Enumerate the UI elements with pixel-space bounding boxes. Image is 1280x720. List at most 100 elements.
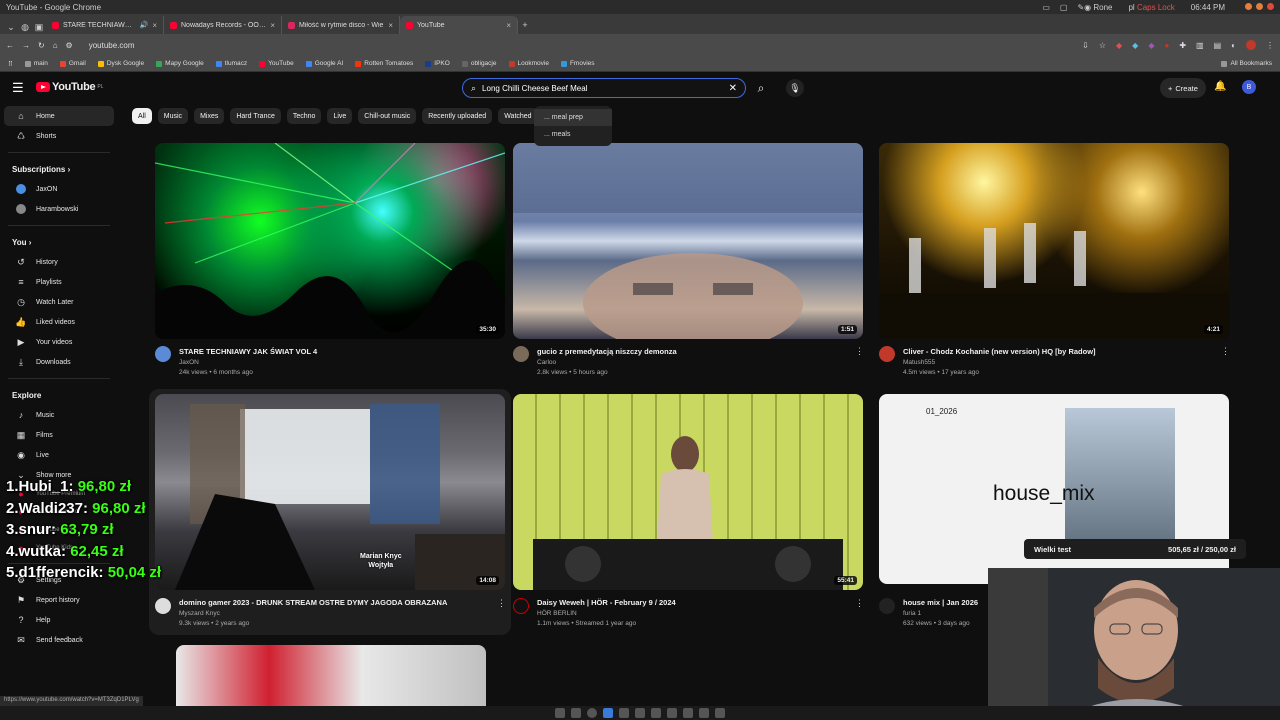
channel-name[interactable]: furia 1 bbox=[903, 610, 921, 617]
home-icon[interactable]: ⌂ bbox=[53, 41, 58, 50]
extension-icon[interactable]: ▤ bbox=[1214, 41, 1222, 50]
more-actions-kebab-icon[interactable]: ⋮ bbox=[855, 598, 864, 609]
video-thumbnail[interactable]: 4:21 bbox=[879, 143, 1229, 339]
video-thumbnail[interactable]: Marian Knyc Wojtyła 14:08 bbox=[155, 394, 505, 590]
screen-icon[interactable]: ▭ bbox=[1042, 3, 1050, 12]
new-tab-icon[interactable]: + bbox=[518, 18, 532, 32]
bookmark-item[interactable]: obligacje bbox=[461, 60, 497, 67]
tab-stare-technoawy[interactable]: STARE TECHNIAWY JAK 🔊× bbox=[46, 16, 164, 34]
sidebar-item-send-feedback[interactable]: ✉ Send feedback bbox=[4, 630, 114, 650]
suggestion-item[interactable]: ... meals bbox=[534, 126, 612, 143]
video-title[interactable]: domino gamer 2023 - DRUNK STREAM OSTRE D… bbox=[179, 598, 447, 607]
channel-name[interactable]: Carloo bbox=[537, 359, 556, 366]
you-heading[interactable]: You › bbox=[0, 232, 118, 252]
chip-hard-trance[interactable]: Hard Trance bbox=[230, 108, 281, 124]
extensions-puzzle-icon[interactable]: ✚ bbox=[1179, 41, 1186, 50]
video-title[interactable]: STARE TECHNIAWY JAK ŚWIAT VOL 4 bbox=[179, 347, 317, 356]
video-title[interactable]: gucio z premedytacją niszczy demonza bbox=[537, 347, 677, 356]
channel-name[interactable]: Matush555 bbox=[903, 359, 935, 366]
bookmark-item[interactable]: main bbox=[24, 60, 48, 67]
sidebar-item-shorts[interactable]: ♺ Shorts bbox=[4, 126, 114, 146]
profile-avatar[interactable] bbox=[1246, 40, 1256, 50]
menu-kebab-icon[interactable]: ⋮ bbox=[1266, 41, 1274, 50]
chrome-icon[interactable] bbox=[603, 708, 613, 718]
search-input[interactable]: ⌕ Long Chilli Cheese Beef Meal ✕ bbox=[462, 78, 746, 98]
close-tab-icon[interactable]: × bbox=[506, 21, 511, 30]
sidebar-item-films[interactable]: ▦ Films bbox=[4, 425, 114, 445]
bookmark-item[interactable]: IPKO bbox=[425, 60, 450, 67]
channel-avatar[interactable] bbox=[513, 346, 529, 362]
sidebar-item-harambowski[interactable]: Harambowski bbox=[4, 199, 114, 219]
channel-name[interactable]: Myszard Knyc bbox=[179, 610, 220, 617]
search-query[interactable]: Long Chilli Cheese Beef Meal bbox=[482, 84, 723, 93]
chip-live[interactable]: Live bbox=[327, 108, 353, 124]
url-field[interactable]: youtube.com bbox=[89, 41, 135, 50]
chip-recently-uploaded[interactable]: Recently uploaded bbox=[422, 108, 493, 124]
bookmark-item[interactable]: tlumacz bbox=[215, 60, 247, 67]
video-thumbnail[interactable]: 35:30 bbox=[155, 143, 505, 339]
sidebar-item-music[interactable]: ♪ Music bbox=[4, 405, 114, 425]
settings-icon[interactable] bbox=[667, 708, 677, 718]
more-actions-kebab-icon[interactable]: ⋮ bbox=[855, 346, 864, 357]
user-avatar[interactable]: B bbox=[1242, 80, 1256, 94]
subscriptions-heading[interactable]: Subscriptions › bbox=[0, 159, 118, 179]
bookmark-item[interactable]: YouTube bbox=[259, 60, 294, 67]
search-button[interactable]: ⌕ bbox=[752, 79, 770, 97]
apps-icon[interactable]: ⠿ bbox=[8, 60, 13, 68]
sidebar-item-downloads[interactable]: ⤓ Downloads bbox=[4, 352, 114, 372]
bookmark-item[interactable]: Fmovies bbox=[560, 60, 595, 67]
bookmark-item[interactable]: Gmail bbox=[59, 60, 86, 67]
sidebar-item-liked-videos[interactable]: 👍 Liked videos bbox=[4, 312, 114, 332]
bookmark-item[interactable]: Google AI bbox=[305, 60, 343, 67]
create-button[interactable]: + Create bbox=[1160, 78, 1206, 98]
video-thumbnail[interactable]: 55:41 bbox=[513, 394, 863, 590]
extension-icon[interactable]: ◐ bbox=[1231, 41, 1236, 50]
channel-name[interactable]: JaxON bbox=[179, 359, 199, 366]
pen-icon[interactable]: ✎ bbox=[1077, 3, 1084, 12]
channel-name[interactable]: HÖR BERLIN bbox=[537, 610, 577, 617]
close-window-button[interactable] bbox=[1267, 2, 1274, 10]
sidebar-item-report-history[interactable]: ⚑ Report history bbox=[4, 590, 114, 610]
folder-icon[interactable] bbox=[571, 708, 581, 718]
sidebar-item-jaxon[interactable]: JaxON bbox=[4, 179, 114, 199]
notifications-bell-icon[interactable]: 🔔 bbox=[1214, 81, 1226, 92]
video-thumbnail[interactable]: 1:51 bbox=[513, 143, 863, 339]
discord-icon[interactable] bbox=[635, 708, 645, 718]
obs-icon[interactable] bbox=[683, 708, 693, 718]
bookmark-item[interactable]: Lookmovie bbox=[508, 60, 549, 67]
reload-icon[interactable]: ↻ bbox=[38, 41, 45, 50]
sidebar-item-your-videos[interactable]: ▶ Your videos bbox=[4, 332, 114, 352]
steam-icon[interactable] bbox=[651, 708, 661, 718]
tab-milosc-w-rytmie-disco[interactable]: Miłość w rytmie disco - Wie × bbox=[282, 16, 400, 34]
bookmark-item[interactable]: Dysk Google bbox=[97, 60, 144, 67]
back-icon[interactable]: ← bbox=[6, 41, 14, 50]
more-actions-kebab-icon[interactable]: ⋮ bbox=[1221, 346, 1230, 357]
chip-mixes[interactable]: Mixes bbox=[194, 108, 225, 124]
channel-avatar[interactable] bbox=[155, 346, 171, 362]
window-icon[interactable]: ▢ bbox=[1060, 3, 1068, 12]
video-title[interactable]: house mix | Jan 2026 bbox=[903, 598, 978, 607]
tab-list-icon[interactable]: ⌄ bbox=[4, 20, 18, 34]
video-title[interactable]: Cliver - Chodz Kochanie (new version) HQ… bbox=[903, 347, 1096, 356]
sidebar-item-history[interactable]: ↺ History bbox=[4, 252, 114, 272]
chip-chill-out-music[interactable]: Chill-out music bbox=[358, 108, 417, 124]
app-grid-icon[interactable] bbox=[715, 708, 725, 718]
chip-all[interactable]: All bbox=[132, 108, 152, 124]
sidebar-item-live[interactable]: ◉ Live bbox=[4, 445, 114, 465]
minimize-window-button[interactable] bbox=[1245, 2, 1252, 10]
bookmark-item[interactable]: Mapy Google bbox=[156, 60, 204, 67]
app-icon[interactable] bbox=[699, 708, 709, 718]
channel-avatar[interactable] bbox=[155, 598, 171, 614]
extension-icon[interactable]: ◆ bbox=[1116, 41, 1122, 50]
clear-search-icon[interactable]: ✕ bbox=[729, 83, 737, 94]
chip-techno[interactable]: Techno bbox=[286, 108, 322, 124]
channel-avatar[interactable] bbox=[879, 346, 895, 362]
chip-music[interactable]: Music bbox=[157, 108, 189, 124]
channel-avatar[interactable] bbox=[513, 598, 529, 614]
forward-icon[interactable]: → bbox=[22, 41, 30, 50]
voice-search-button[interactable]: 🎙 bbox=[786, 79, 804, 97]
youtube-logo[interactable]: YouTube PL bbox=[36, 81, 103, 93]
close-tab-icon[interactable]: × bbox=[152, 21, 157, 30]
site-info-icon[interactable]: ⚙ bbox=[66, 41, 73, 50]
bookmark-item[interactable]: Rotten Tomatoes bbox=[355, 60, 413, 67]
